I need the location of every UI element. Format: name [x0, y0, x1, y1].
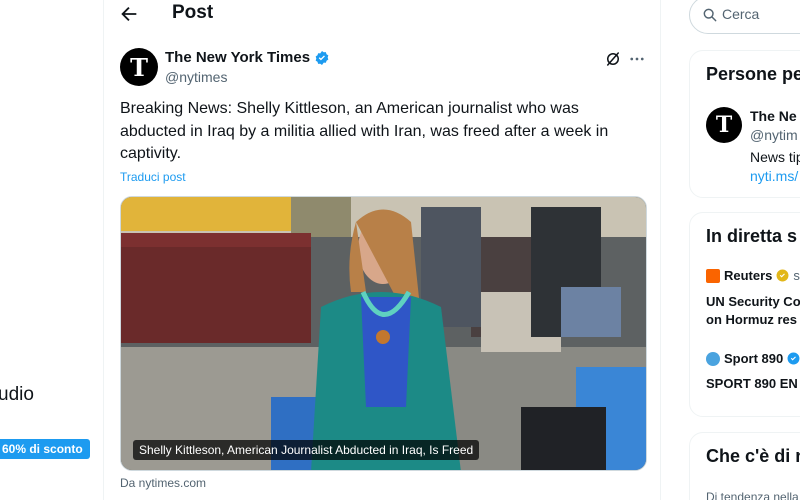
search-input[interactable]: Cerca — [722, 6, 759, 22]
live-headline[interactable]: SPORT 890 EN — [706, 375, 798, 392]
card-title: Persone pe — [706, 64, 800, 84]
back-arrow-icon[interactable] — [118, 3, 140, 25]
live-card: In diretta s Reuters st UN Security Co o… — [689, 212, 800, 417]
tweet-text: Breaking News: Shelly Kittleson, an Amer… — [120, 100, 609, 162]
who-to-follow-card: Persone pe T The Ne @nytim News tip nyti… — [689, 50, 800, 198]
sport890-logo-icon — [706, 351, 720, 366]
gold-verified-icon — [776, 269, 789, 282]
whats-happening-card: Che c'è di n Di tendenza nella — [689, 432, 800, 500]
discount-badge[interactable]: 60% di sconto — [0, 439, 90, 459]
live-source-sub: st — [793, 268, 800, 283]
live-item-source[interactable]: Reuters st — [706, 268, 800, 283]
card-title: In diretta s — [706, 226, 798, 246]
search-box[interactable]: Cerca — [689, 0, 800, 34]
main-column: Post T The New York Times @nytimes Break… — [103, 0, 661, 500]
suggested-handle[interactable]: @nytim — [750, 127, 798, 143]
author-avatar[interactable]: T — [120, 48, 158, 86]
reuters-logo-icon — [706, 268, 720, 283]
search-icon — [702, 7, 718, 23]
post-header: Post — [104, 0, 660, 28]
verified-badge-icon — [787, 352, 800, 365]
suggested-bio: News tip — [750, 149, 800, 165]
sidebar-item-label[interactable]: udio — [0, 384, 34, 406]
author-name[interactable]: The New York Times — [165, 49, 310, 66]
live-item-source[interactable]: Sport 890 — [706, 351, 800, 366]
media-caption: Shelly Kittleson, American Journalist Ab… — [133, 440, 480, 460]
live-source-name: Reuters — [724, 268, 773, 283]
suggested-name[interactable]: The Ne — [750, 108, 797, 124]
right-sidebar: Cerca Persone pe T The Ne @nytim News ti… — [661, 0, 800, 500]
translate-post-link[interactable]: Traduci post — [120, 170, 186, 184]
left-sidebar: udio 60% di sconto — [0, 0, 103, 500]
live-headline[interactable]: UN Security Co — [706, 293, 800, 310]
live-headline[interactable]: on Hormuz res — [706, 311, 797, 328]
grok-icon[interactable] — [604, 50, 622, 68]
more-options-icon[interactable] — [628, 50, 646, 68]
live-source-name: Sport 890 — [724, 351, 784, 366]
media-photo — [121, 197, 646, 470]
suggested-link[interactable]: nyti.ms/ — [750, 168, 798, 184]
verified-badge-icon — [314, 50, 330, 66]
card-title: Che c'è di n — [706, 446, 800, 466]
page-title: Post — [172, 2, 214, 23]
author-handle[interactable]: @nytimes — [165, 69, 227, 85]
suggested-avatar[interactable]: T — [706, 107, 742, 143]
source-link[interactable]: Da nytimes.com — [120, 476, 206, 490]
trend-context: Di tendenza nella — [706, 490, 799, 500]
tweet-media[interactable]: Shelly Kittleson, American Journalist Ab… — [120, 196, 647, 471]
author-name-row[interactable]: The New York Times — [165, 49, 330, 66]
